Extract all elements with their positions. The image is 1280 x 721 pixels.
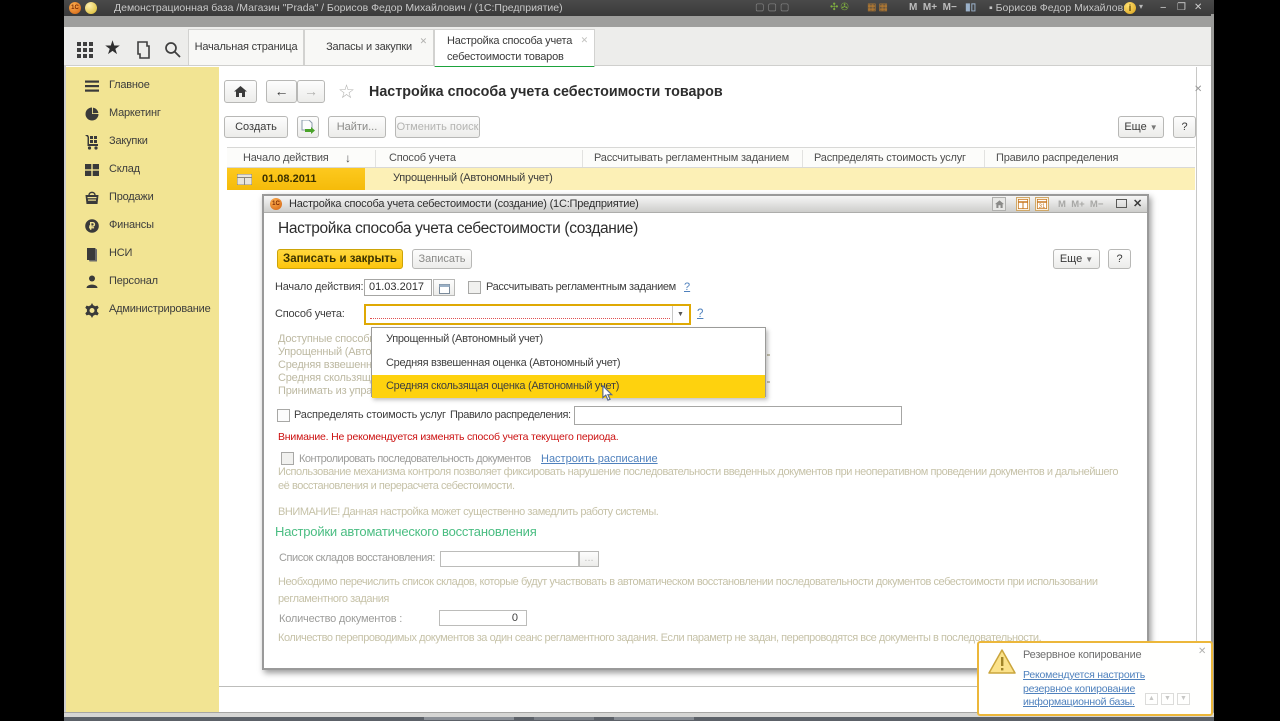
svg-text:31: 31 <box>1039 204 1046 209</box>
svg-text:₽: ₽ <box>89 222 96 233</box>
